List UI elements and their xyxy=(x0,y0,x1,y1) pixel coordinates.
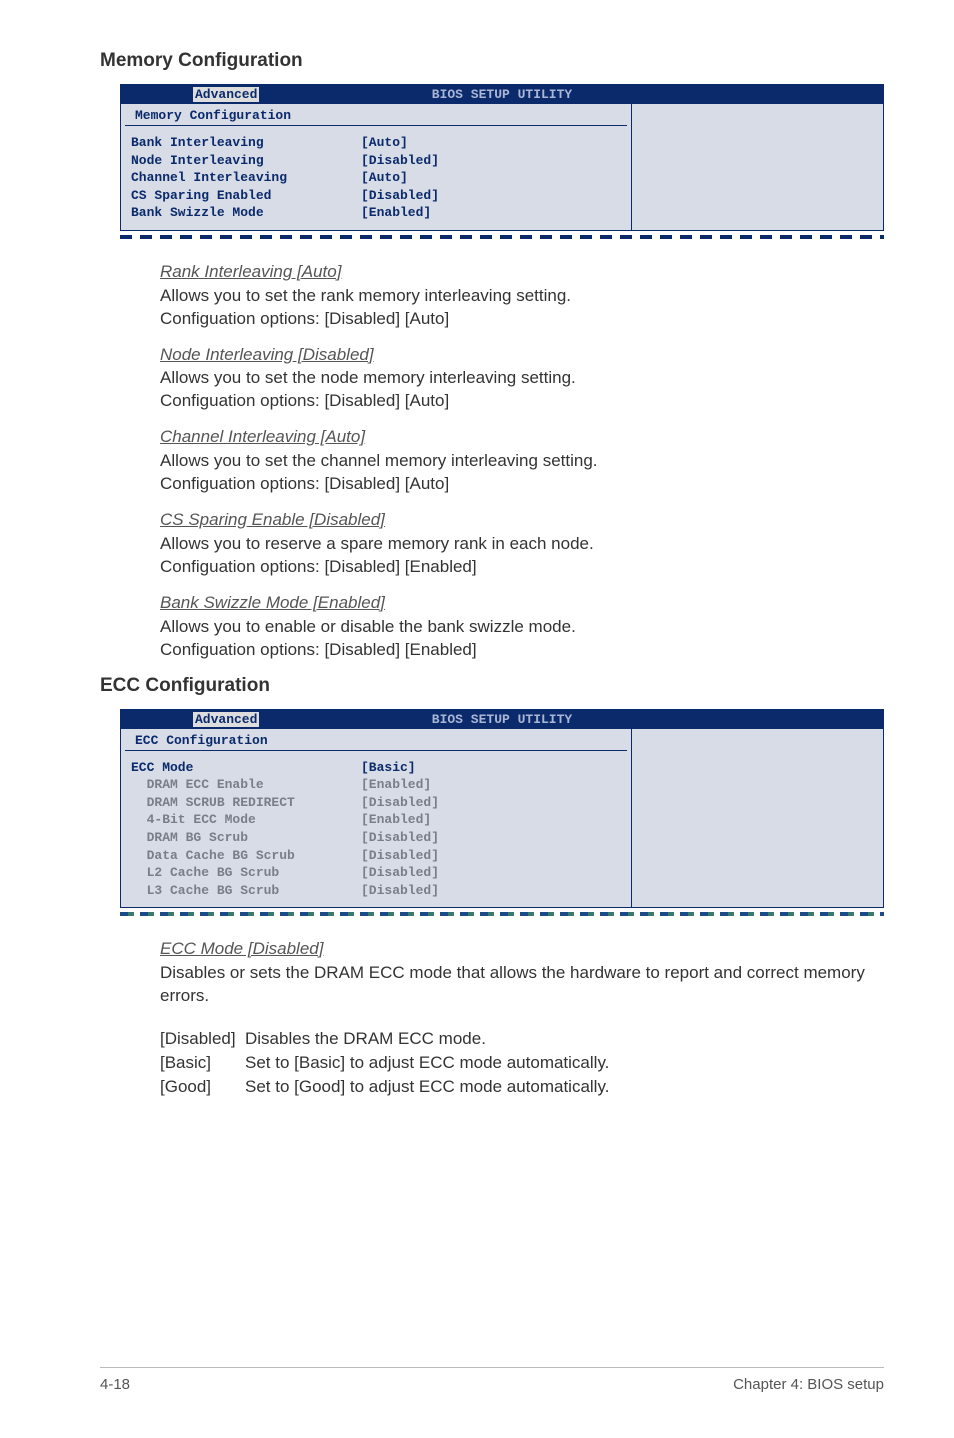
bios-setting-row: Bank Interleaving[Auto] xyxy=(131,134,621,152)
bios-setting-value: [Auto] xyxy=(361,134,408,152)
bios-panel-ecc: BIOS SETUP UTILITY Advanced ECC Configur… xyxy=(120,709,884,908)
bios-setting-value: [Disabled] xyxy=(361,187,439,205)
bios-setting-key: DRAM ECC Enable xyxy=(131,776,361,794)
setting-item-title: Channel Interleaving [Auto] xyxy=(160,426,884,449)
bios-setting-row: CS Sparing Enabled[Disabled] xyxy=(131,187,621,205)
separator xyxy=(120,235,884,239)
bios-setting-row: DRAM BG Scrub[Disabled] xyxy=(131,829,621,847)
bios-subheader: ECC Configuration xyxy=(125,729,627,751)
setting-description: Bank Swizzle Mode [Enabled]Allows you to… xyxy=(160,592,884,662)
setting-item-title: ECC Mode [Disabled] xyxy=(160,938,884,961)
bios-setting-row: DRAM ECC Enable[Enabled] xyxy=(131,776,621,794)
bios-setting-value: [Disabled] xyxy=(361,864,439,882)
bios-tab-advanced: Advanced xyxy=(193,87,259,102)
bios-setting-key: Data Cache BG Scrub xyxy=(131,847,361,865)
bios-setting-value: [Enabled] xyxy=(361,776,431,794)
bios-setting-key: ECC Mode xyxy=(131,759,361,777)
bios-setting-value: [Disabled] xyxy=(361,829,439,847)
setting-description: CS Sparing Enable [Disabled]Allows you t… xyxy=(160,509,884,579)
bios-header: BIOS SETUP UTILITY Advanced xyxy=(121,85,883,104)
setting-item-title: CS Sparing Enable [Disabled] xyxy=(160,509,884,532)
setting-description: ECC Mode [Disabled]Disables or sets the … xyxy=(160,938,884,1008)
setting-item-line: Configuation options: [Disabled] [Auto] xyxy=(160,390,884,413)
setting-item-title: Bank Swizzle Mode [Enabled] xyxy=(160,592,884,615)
section-title-ecc: ECC Configuration xyxy=(100,675,884,697)
page-footer: 4-18 Chapter 4: BIOS setup xyxy=(100,1367,884,1393)
option-key: [Disabled] xyxy=(160,1027,245,1051)
bios-setting-row: ECC Mode[Basic] xyxy=(131,759,621,777)
bios-setting-value: [Disabled] xyxy=(361,152,439,170)
bios-setting-value: [Disabled] xyxy=(361,794,439,812)
bios-setting-row: 4-Bit ECC Mode[Enabled] xyxy=(131,811,621,829)
bios-setting-value: [Enabled] xyxy=(361,811,431,829)
separator xyxy=(120,912,884,916)
setting-item-title: Node Interleaving [Disabled] xyxy=(160,344,884,367)
option-key: [Good] xyxy=(160,1075,245,1099)
bios-setting-key: Channel Interleaving xyxy=(131,169,361,187)
bios-setting-key: DRAM BG Scrub xyxy=(131,829,361,847)
option-value: Set to [Good] to adjust ECC mode automat… xyxy=(245,1075,609,1099)
setting-item-line: Configuation options: [Disabled] [Enable… xyxy=(160,639,884,662)
option-key: [Basic] xyxy=(160,1051,245,1075)
setting-description: Channel Interleaving [Auto]Allows you to… xyxy=(160,426,884,496)
setting-item-line: Allows you to enable or disable the bank… xyxy=(160,616,884,639)
option-value: Disables the DRAM ECC mode. xyxy=(245,1027,486,1051)
bios-setting-key: Node Interleaving xyxy=(131,152,361,170)
bios-setting-key: Bank Swizzle Mode xyxy=(131,204,361,222)
setting-item-line: Allows you to reserve a spare memory ran… xyxy=(160,533,884,556)
setting-item-line: Allows you to set the channel memory int… xyxy=(160,450,884,473)
bios-setting-key: 4-Bit ECC Mode xyxy=(131,811,361,829)
option-row: [Disabled]Disables the DRAM ECC mode. xyxy=(160,1027,884,1051)
setting-item-line: Allows you to set the rank memory interl… xyxy=(160,285,884,308)
bios-setting-key: DRAM SCRUB REDIRECT xyxy=(131,794,361,812)
bios-setting-key: L2 Cache BG Scrub xyxy=(131,864,361,882)
option-value: Set to [Basic] to adjust ECC mode automa… xyxy=(245,1051,609,1075)
option-row: [Basic]Set to [Basic] to adjust ECC mode… xyxy=(160,1051,884,1075)
section-title-memory: Memory Configuration xyxy=(100,50,884,72)
setting-item-line: Disables or sets the DRAM ECC mode that … xyxy=(160,962,884,1008)
bios-setting-row: L2 Cache BG Scrub[Disabled] xyxy=(131,864,621,882)
bios-setting-row: Data Cache BG Scrub[Disabled] xyxy=(131,847,621,865)
bios-tab-advanced: Advanced xyxy=(193,712,259,727)
bios-header-text: BIOS SETUP UTILITY xyxy=(432,87,572,102)
bios-setting-key: L3 Cache BG Scrub xyxy=(131,882,361,900)
setting-item-title: Rank Interleaving [Auto] xyxy=(160,261,884,284)
bios-setting-key: CS Sparing Enabled xyxy=(131,187,361,205)
footer-chapter: Chapter 4: BIOS setup xyxy=(733,1376,884,1393)
footer-page-number: 4-18 xyxy=(100,1376,130,1393)
bios-setting-value: [Basic] xyxy=(361,759,416,777)
setting-item-line: Configuation options: [Disabled] [Auto] xyxy=(160,308,884,331)
bios-setting-row: Bank Swizzle Mode[Enabled] xyxy=(131,204,621,222)
bios-setting-key: Bank Interleaving xyxy=(131,134,361,152)
option-row: [Good]Set to [Good] to adjust ECC mode a… xyxy=(160,1075,884,1099)
setting-item-line: Configuation options: [Disabled] [Enable… xyxy=(160,556,884,579)
bios-setting-row: Node Interleaving[Disabled] xyxy=(131,152,621,170)
bios-setting-row: Channel Interleaving[Auto] xyxy=(131,169,621,187)
setting-description: Rank Interleaving [Auto]Allows you to se… xyxy=(160,261,884,331)
setting-item-line: Configuation options: [Disabled] [Auto] xyxy=(160,473,884,496)
bios-setting-value: [Disabled] xyxy=(361,882,439,900)
bios-header-text: BIOS SETUP UTILITY xyxy=(432,712,572,727)
bios-setting-value: [Enabled] xyxy=(361,204,431,222)
bios-setting-row: DRAM SCRUB REDIRECT[Disabled] xyxy=(131,794,621,812)
bios-subheader: Memory Configuration xyxy=(125,104,627,126)
setting-description: Node Interleaving [Disabled]Allows you t… xyxy=(160,344,884,414)
bios-panel-memory: BIOS SETUP UTILITY Advanced Memory Confi… xyxy=(120,84,884,231)
bios-setting-value: [Auto] xyxy=(361,169,408,187)
bios-header: BIOS SETUP UTILITY Advanced xyxy=(121,710,883,729)
bios-setting-row: L3 Cache BG Scrub[Disabled] xyxy=(131,882,621,900)
setting-item-line: Allows you to set the node memory interl… xyxy=(160,367,884,390)
bios-setting-value: [Disabled] xyxy=(361,847,439,865)
